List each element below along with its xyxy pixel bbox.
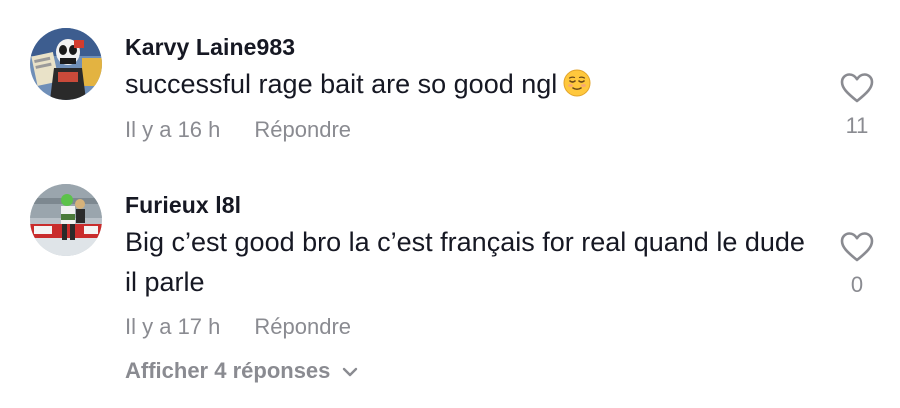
- comment-timestamp: Il y a 17 h: [125, 314, 221, 339]
- comment-text: successful rage bait are so good ngl: [125, 64, 815, 108]
- view-replies-button[interactable]: Afficher 4 réponses: [125, 357, 358, 384]
- avatar[interactable]: [30, 184, 102, 256]
- like-button[interactable]: 11: [830, 73, 884, 139]
- avatar[interactable]: [30, 28, 102, 100]
- comment-meta: Il y a 17 h Répondre: [125, 314, 351, 340]
- reply-button[interactable]: Répondre: [254, 314, 351, 340]
- avatar-image: [30, 28, 102, 100]
- heart-outline-icon[interactable]: [840, 73, 874, 103]
- comment-username[interactable]: Furieux l8l: [125, 192, 241, 219]
- comment-username[interactable]: Karvy Laine983: [125, 34, 295, 61]
- like-count: 0: [850, 272, 864, 297]
- comment-item: Furieux l8l Big c’est good bro la c’est …: [0, 170, 900, 350]
- heart-outline-icon[interactable]: [840, 232, 874, 262]
- comment-timestamp: Il y a 16 h: [125, 117, 221, 142]
- comment-text: Big c’est good bro la c’est français for…: [125, 227, 805, 297]
- chevron-down-icon: [342, 357, 358, 383]
- reply-button[interactable]: Répondre: [254, 117, 351, 143]
- comment-meta: Il y a 16 h Répondre: [125, 117, 351, 143]
- relieved-face-emoji: [563, 68, 591, 108]
- comment-text-body: successful rage bait are so good ngl: [125, 69, 558, 99]
- avatar-image: [30, 184, 102, 256]
- comment-item: Karvy Laine983 successful rage bait are …: [0, 0, 900, 170]
- like-button[interactable]: 0: [830, 232, 884, 298]
- view-replies-label: Afficher 4 réponses: [125, 358, 331, 383]
- like-count: 11: [845, 113, 869, 138]
